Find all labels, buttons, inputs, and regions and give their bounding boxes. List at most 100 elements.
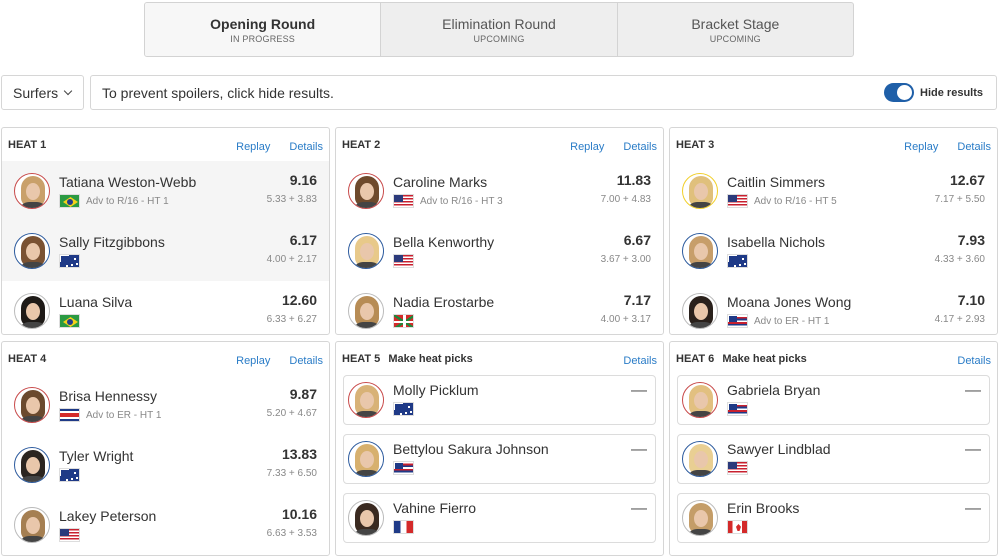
surfer-name: Moana Jones Wong — [727, 294, 852, 310]
make-heat-picks-label: Make heat picks — [722, 352, 807, 365]
replay-link[interactable]: Replay — [236, 141, 270, 153]
bas-flag-icon — [393, 314, 414, 328]
heat-total-score: 6.17 — [289, 232, 317, 248]
avatar-face — [360, 183, 374, 200]
heat-total-score: 7.10 — [957, 292, 985, 308]
heat-pick-option[interactable]: Molly Picklum — — [343, 375, 656, 425]
aus-flag-icon — [393, 402, 414, 416]
avatar-body — [353, 202, 381, 208]
surfer-avatar — [682, 293, 718, 329]
heat-header: HEAT 3 Replay Details — [670, 128, 997, 161]
details-link[interactable]: Details — [623, 355, 657, 367]
can-flag-icon — [727, 520, 748, 534]
heat-title: HEAT 5 — [342, 352, 381, 365]
spoiler-bar: To prevent spoilers, click hide results.… — [90, 75, 997, 110]
details-link[interactable]: Details — [289, 141, 323, 153]
round-name: Opening Round — [210, 15, 316, 32]
aus-flag-icon — [59, 468, 80, 482]
heat-pick-option[interactable]: Sawyer Lindblad — — [677, 434, 990, 484]
avatar-body — [687, 202, 715, 208]
surfer-row[interactable]: Brisa Hennessy Adv to ER - HT 1 9.87 5.20 +… — [2, 375, 329, 435]
heat-links: Replay Details — [236, 355, 323, 367]
wave-scores: 4.17 + 2.93 — [934, 314, 985, 325]
wave-scores: 5.20 + 4.67 — [266, 408, 317, 419]
surfer-row[interactable]: Moana Jones Wong Adv to ER - HT 1 7.10 4.17… — [670, 281, 997, 334]
details-link[interactable]: Details — [289, 355, 323, 367]
surfer-avatar — [14, 173, 50, 209]
details-link[interactable]: Details — [623, 141, 657, 153]
avatar-body — [687, 529, 715, 535]
avatar-body — [19, 416, 47, 422]
surfer-name: Bettylou Sakura Johnson — [393, 441, 549, 457]
surfer-meta — [727, 461, 989, 475]
surfer-row[interactable]: Caitlin Simmers Adv to R/16 - HT 5 12.67 7.… — [670, 161, 997, 221]
heat-card: HEAT 5 Make heat picks Details Molly Picklu… — [335, 341, 664, 556]
surfer-name: Brisa Hennessy — [59, 388, 158, 404]
surfer-name: Erin Brooks — [727, 500, 800, 516]
toggle-knob — [897, 85, 913, 100]
round-status: UPCOMING — [473, 33, 525, 44]
replay-link[interactable]: Replay — [236, 355, 270, 367]
pick-placeholder: — — [631, 441, 647, 458]
avatar-body — [687, 322, 715, 328]
usa-flag-icon — [59, 528, 80, 542]
heat-pick-option[interactable]: Erin Brooks — — [677, 493, 990, 543]
round-name: Elimination Round — [442, 15, 556, 32]
heat-header: HEAT 1 Replay Details — [2, 128, 329, 161]
avatar-body — [687, 411, 715, 417]
details-link[interactable]: Details — [957, 141, 991, 153]
surfer-row[interactable]: Lakey Peterson 10.16 6.63 + 3.53 — [2, 495, 329, 555]
heat-card: HEAT 1 Replay Details Tatiana Weston-Webb Ad… — [1, 127, 330, 335]
surfer-avatar — [348, 233, 384, 269]
surfer-meta — [393, 461, 655, 475]
tab-bracket-stage[interactable]: Bracket Stage UPCOMING — [618, 3, 853, 56]
usa-flag-icon — [393, 254, 414, 268]
surfer-avatar — [682, 382, 718, 418]
heat-total-score: 11.83 — [616, 172, 651, 188]
surfer-row[interactable]: Luana Silva 12.60 6.33 + 6.27 — [2, 281, 329, 334]
avatar-body — [353, 322, 381, 328]
round-status: UPCOMING — [709, 33, 761, 44]
surfer-name: Nadia Erostarbe — [393, 294, 495, 310]
avatar-face — [360, 243, 374, 260]
heat-header: HEAT 5 Make heat picks Details — [336, 342, 663, 375]
surfer-avatar — [348, 382, 384, 418]
surfer-avatar — [682, 441, 718, 477]
heat-total-score: 12.60 — [281, 292, 317, 308]
surfer-name: Sally Fitzgibbons — [59, 234, 165, 250]
heat-total-score: 12.67 — [949, 172, 985, 188]
surfers-dropdown[interactable]: Surfers — [1, 75, 84, 110]
avatar-face — [360, 303, 374, 320]
wave-scores: 7.00 + 4.83 — [600, 194, 651, 205]
surfer-row[interactable]: Tyler Wright 13.83 7.33 + 6.50 — [2, 435, 329, 495]
tab-opening-round[interactable]: Opening Round IN PROGRESS — [145, 3, 382, 56]
heat-pick-option[interactable]: Gabriela Bryan — — [677, 375, 990, 425]
replay-link[interactable]: Replay — [904, 141, 938, 153]
surfer-meta — [727, 520, 989, 534]
surfer-info: Sawyer Lindblad — [727, 441, 989, 475]
round-tabs: Opening Round IN PROGRESS Elimination Ro… — [144, 2, 854, 57]
heat-pick-option[interactable]: Bettylou Sakura Johnson — — [343, 434, 656, 484]
replay-link[interactable]: Replay — [570, 141, 604, 153]
tab-elimination-round[interactable]: Elimination Round UPCOMING — [381, 3, 618, 56]
surfer-row[interactable]: Bella Kenworthy 6.67 3.67 + 3.00 — [336, 221, 663, 281]
surfer-name: Molly Picklum — [393, 382, 479, 398]
avatar-body — [19, 476, 47, 482]
surfer-row[interactable]: Sally Fitzgibbons 6.17 4.00 + 2.17 — [2, 221, 329, 281]
surfer-row[interactable]: Nadia Erostarbe 7.17 4.00 + 3.17 — [336, 281, 663, 334]
details-link[interactable]: Details — [957, 355, 991, 367]
surfer-row[interactable]: Caroline Marks Adv to R/16 - HT 3 11.83 7.0… — [336, 161, 663, 221]
surfer-name: Tatiana Weston-Webb — [59, 174, 197, 190]
hide-results-toggle[interactable] — [884, 83, 915, 102]
surfer-meta — [393, 402, 655, 416]
heat-card: HEAT 6 Make heat picks Details Gabriela Bry… — [669, 341, 998, 556]
surfer-info: Gabriela Bryan — [727, 382, 989, 416]
heat-total-score: 6.67 — [623, 232, 651, 248]
round-status: IN PROGRESS — [230, 33, 296, 44]
surfer-info: Molly Picklum — [393, 382, 655, 416]
heat-pick-option[interactable]: Vahine Fierro — — [343, 493, 656, 543]
surfer-row[interactable]: Tatiana Weston-Webb Adv to R/16 - HT 1 9.1… — [2, 161, 329, 221]
avatar-face — [360, 451, 374, 468]
heat-card: HEAT 3 Replay Details Caitlin Simmers Adv to… — [669, 127, 998, 335]
surfer-row[interactable]: Isabella Nichols 7.93 4.33 + 3.60 — [670, 221, 997, 281]
